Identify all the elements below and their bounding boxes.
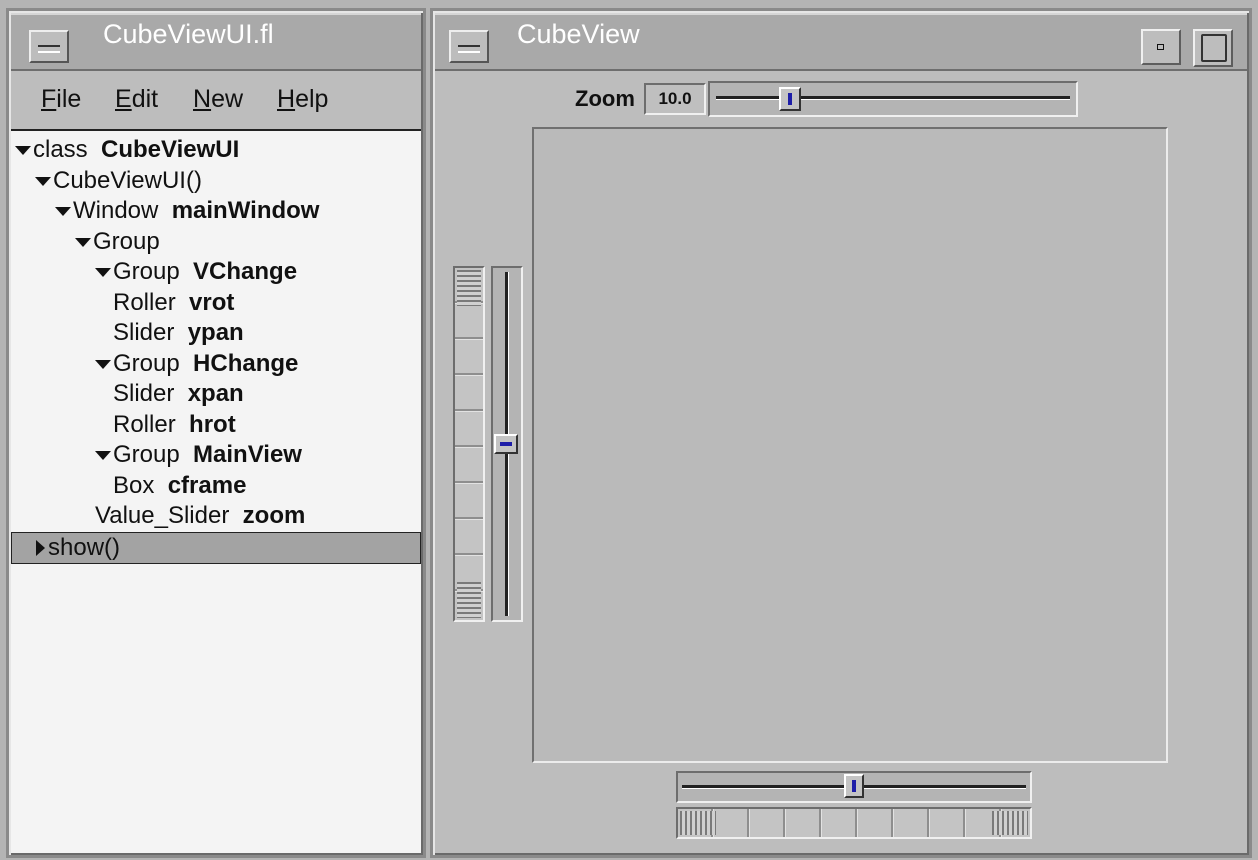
zoom-value: 10.0	[658, 89, 692, 108]
window-menu-button[interactable]	[449, 30, 489, 63]
collapse-triangle-icon[interactable]	[95, 359, 111, 369]
maximize-button[interactable]	[1193, 29, 1233, 67]
tree-node-type: Roller	[113, 288, 176, 316]
minimize-button[interactable]	[1141, 29, 1181, 65]
collapse-triangle-icon[interactable]	[15, 146, 31, 155]
tree-row[interactable]: Roller vrot	[113, 288, 234, 318]
expand-triangle-icon[interactable]	[36, 539, 45, 556]
maximize-icon	[1201, 34, 1227, 62]
cube-view-frame[interactable]	[532, 127, 1168, 763]
ypan-slider-thumb[interactable]	[494, 434, 518, 454]
tree-node-name: cframe	[167, 471, 247, 499]
menu-file[interactable]: File	[41, 85, 81, 114]
tree-row[interactable]: class CubeViewUI	[15, 135, 239, 165]
tree-row[interactable]: CubeViewUI()	[35, 166, 202, 196]
tree-row[interactable]: Group VChange	[95, 257, 297, 287]
tree-node-type: Group	[113, 349, 180, 377]
xpan-thumb-mark	[852, 780, 856, 792]
tree-node-name: mainWindow	[171, 197, 320, 224]
tree-row[interactable]: show()	[11, 531, 421, 564]
tree-node-type: CubeViewUI()	[53, 166, 202, 194]
window-menu-button[interactable]	[29, 30, 69, 63]
tree-node-name: vrot	[189, 288, 235, 316]
collapse-triangle-icon[interactable]	[95, 268, 111, 277]
hrot-roller[interactable]	[676, 807, 1032, 839]
tree-node-type: class	[33, 136, 88, 163]
tree-row[interactable]: Slider ypan	[113, 318, 244, 348]
tree-node-type: Group	[113, 441, 180, 468]
tree-node-type: Slider	[113, 319, 175, 346]
zoom-slider-thumb[interactable]	[779, 87, 802, 111]
tree-node-type: Roller	[113, 410, 176, 438]
tree-node-type: Window	[73, 197, 159, 224]
zoom-label: Zoom	[575, 86, 635, 111]
zoom-value-display: 10.0	[644, 83, 706, 115]
collapse-triangle-icon[interactable]	[35, 176, 51, 186]
widget-tree[interactable]: class CubeViewUI CubeViewUI() Window mainW…	[11, 129, 421, 853]
tree-row[interactable]: Group	[75, 227, 160, 257]
collapse-triangle-icon[interactable]	[75, 237, 91, 247]
tree-row[interactable]: Group MainView	[95, 440, 302, 470]
vrot-roller-bottom-shade	[457, 582, 481, 618]
ypan-slider[interactable]	[491, 266, 523, 622]
tree-node-type: Group	[93, 227, 160, 255]
ypan-thumb-mark	[500, 442, 512, 446]
tree-node-type: Group	[113, 258, 180, 285]
hrot-roller-right-shade	[992, 811, 1028, 835]
menu-new[interactable]: New	[193, 85, 243, 114]
hrot-roller-left-shade	[680, 811, 716, 835]
tree-row[interactable]: Group HChange	[95, 349, 298, 379]
tree-node-name: VChange	[193, 258, 298, 285]
tree-node-name: hrot	[189, 410, 236, 438]
tree-row[interactable]: Value_Slider zoom	[95, 501, 305, 531]
xpan-slider-thumb[interactable]	[844, 774, 864, 798]
zoom-slider[interactable]	[708, 81, 1078, 117]
tree-node-type: Value_Slider	[95, 502, 230, 529]
vrot-roller[interactable]	[453, 266, 485, 622]
fluid-window-title: CubeViewUI.fl	[103, 19, 274, 49]
tree-row[interactable]: Box cframe	[113, 471, 246, 501]
cubeview-window: CubeView Zoom 10.0	[430, 8, 1252, 858]
xpan-slider[interactable]	[676, 771, 1032, 803]
minimize-icon	[1157, 44, 1164, 50]
tree-node-type: Slider	[113, 380, 175, 407]
fluid-titlebar[interactable]: CubeViewUI.fl	[11, 13, 421, 71]
cubeview-window-title: CubeView	[517, 19, 640, 49]
tree-node-type: Box	[113, 471, 155, 499]
tree-node-name: ypan	[187, 319, 244, 346]
tree-node-name: zoom	[242, 502, 306, 529]
tree-node-name: CubeViewUI	[101, 136, 240, 163]
zoom-slider-groove	[716, 96, 1070, 100]
tree-row[interactable]: Window mainWindow	[55, 196, 319, 226]
vrot-roller-top-shade	[457, 270, 481, 306]
cubeview-titlebar[interactable]: CubeView	[435, 13, 1247, 71]
tree-row[interactable]: Roller hrot	[113, 410, 236, 440]
collapse-triangle-icon[interactable]	[95, 451, 111, 460]
tree-node-name: xpan	[187, 380, 244, 407]
tree-node-name: MainView	[193, 441, 302, 468]
fluid-window: CubeViewUI.fl File Edit New Help class C…	[6, 8, 426, 858]
menu-help[interactable]: Help	[277, 85, 328, 114]
tree-node-name: HChange	[193, 349, 299, 377]
tree-node-type: show()	[48, 533, 121, 561]
zoom-thumb-mark	[788, 93, 793, 105]
menu-bar: File Edit New Help	[11, 71, 421, 129]
tree-row[interactable]: Slider xpan	[113, 379, 244, 409]
collapse-triangle-icon[interactable]	[55, 207, 71, 216]
menu-edit[interactable]: Edit	[115, 85, 158, 114]
